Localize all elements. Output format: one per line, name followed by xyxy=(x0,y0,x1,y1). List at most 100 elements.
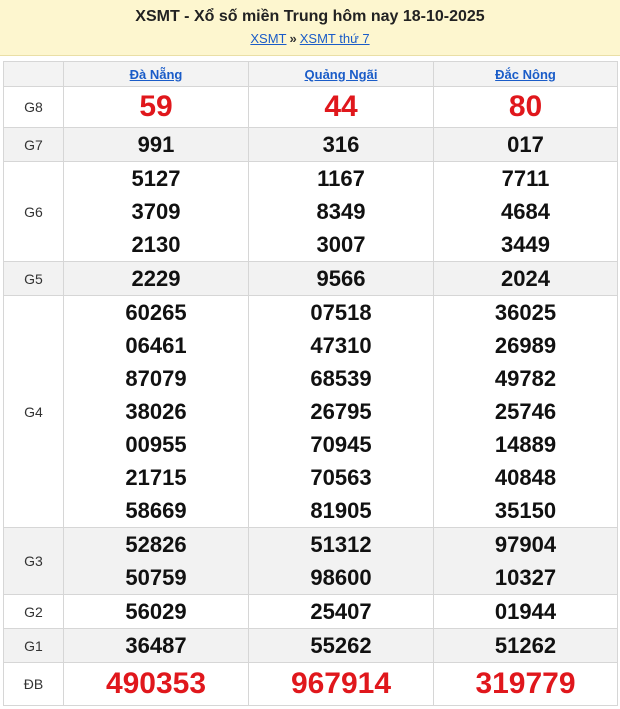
prize-number: 51312 xyxy=(310,532,372,557)
prize-number: 47310 xyxy=(310,333,372,358)
prize-number: 3449 xyxy=(501,232,550,257)
prize-number: 490353 xyxy=(105,667,207,700)
prize-number: 316 xyxy=(322,132,360,157)
prize-number: 1167 xyxy=(317,166,365,191)
prize-number: 26989 xyxy=(494,333,557,358)
prize-number: 319779 xyxy=(475,667,576,700)
prize-number: 26795 xyxy=(310,399,372,424)
prize-number: 25407 xyxy=(310,599,372,624)
prize-number: 81905 xyxy=(310,498,372,523)
province-link-quang-ngai[interactable]: Quảng Ngãi xyxy=(305,67,378,82)
prize-cell: 1167 8349 3007 xyxy=(248,161,434,262)
prize-cell: 51312 98600 xyxy=(248,527,434,595)
prize-row-g1: G1 36487 55262 51262 xyxy=(3,628,618,663)
prize-number: 7711 xyxy=(501,166,550,191)
page-title: XSMT - Xổ số miền Trung hôm nay 18-10-20… xyxy=(135,8,485,25)
prize-cell: 5127 3709 2130 xyxy=(63,161,249,262)
prize-cell: 25407 xyxy=(248,594,434,629)
prize-number: 8349 xyxy=(316,199,366,224)
prize-label: ĐB xyxy=(3,662,64,706)
prize-cell: 017 xyxy=(433,127,618,162)
prize-cell: 490353 xyxy=(63,662,249,706)
province-link-da-nang[interactable]: Đà Nẵng xyxy=(130,67,183,82)
prize-label: G3 xyxy=(3,527,64,595)
prize-number: 01944 xyxy=(494,599,557,624)
prize-label: G4 xyxy=(3,295,64,528)
prize-number: 55262 xyxy=(310,633,372,658)
prize-cell: 7711 4684 3449 xyxy=(433,161,618,262)
prize-label: G1 xyxy=(3,628,64,663)
prize-number: 06461 xyxy=(125,333,187,358)
prize-cell: 36487 xyxy=(63,628,249,663)
prize-label: G8 xyxy=(3,86,64,128)
province-header-row: Đà Nẵng Quảng Ngãi Đắc Nông xyxy=(3,61,618,87)
prize-row-g4: G4 60265 06461 87079 38026 00955 21715 58669 075… xyxy=(3,295,618,528)
prize-number: 40848 xyxy=(494,465,557,490)
prize-number: 10327 xyxy=(494,565,557,590)
prize-cell: 967914 xyxy=(248,662,434,706)
prize-number: 58669 xyxy=(125,498,187,523)
prize-row-g7: G7 991 316 017 xyxy=(3,127,618,162)
prize-cell: 97904 10327 xyxy=(433,527,618,595)
results-header: XSMT - Xổ số miền Trung hôm nay 18-10-20… xyxy=(0,0,620,56)
prize-cell: 52826 50759 xyxy=(63,527,249,595)
prize-number: 38026 xyxy=(125,399,187,424)
prize-number: 991 xyxy=(137,132,175,157)
prize-number: 35150 xyxy=(494,498,557,523)
breadcrumb: XSMT» XSMT thứ 7 xyxy=(0,31,620,46)
prize-cell: 991 xyxy=(63,127,249,162)
prize-number: 07518 xyxy=(310,300,372,325)
prize-number: 44 xyxy=(324,90,358,123)
prize-number: 68539 xyxy=(310,366,372,391)
prize-label: G6 xyxy=(3,161,64,262)
prize-cell: 80 xyxy=(433,86,618,128)
prize-number: 00955 xyxy=(125,432,187,457)
prize-number: 51262 xyxy=(494,633,557,658)
prize-cell: 2229 xyxy=(63,261,249,296)
prize-label: G2 xyxy=(3,594,64,629)
breadcrumb-separator: » xyxy=(289,31,297,46)
prize-number: 60265 xyxy=(125,300,187,325)
prize-cell: 60265 06461 87079 38026 00955 21715 58669 xyxy=(63,295,249,528)
prize-rows: G8 59 44 80 G7 991 316 017 G6 5127 3709 2130 1167 834… xyxy=(3,86,618,706)
prize-number: 967914 xyxy=(290,667,392,700)
prize-number: 3709 xyxy=(131,199,181,224)
breadcrumb-link-xsmt[interactable]: XSMT xyxy=(250,31,286,46)
prize-cell: 07518 47310 68539 26795 70945 70563 81905 xyxy=(248,295,434,528)
prize-row-g6: G6 5127 3709 2130 1167 8349 3007 7711 4684 3449 xyxy=(3,161,618,262)
prize-row-g3: G3 52826 50759 51312 98600 97904 10327 xyxy=(3,527,618,595)
prize-number: 21715 xyxy=(125,465,187,490)
prize-cell: 9566 xyxy=(248,261,434,296)
prize-number: 36025 xyxy=(494,300,557,325)
prize-cell: 55262 xyxy=(248,628,434,663)
prize-cell: 56029 xyxy=(63,594,249,629)
prize-row-g2: G2 56029 25407 01944 xyxy=(3,594,618,629)
prize-number: 25746 xyxy=(494,399,557,424)
prize-number: 70945 xyxy=(310,432,372,457)
province-header: Đà Nẵng xyxy=(63,61,249,87)
breadcrumb-link-xsmt-thu-7[interactable]: XSMT thứ 7 xyxy=(300,31,370,46)
province-link-dac-nong[interactable]: Đắc Nông xyxy=(495,67,556,82)
prize-number: 5127 xyxy=(131,166,181,191)
prize-number: 14889 xyxy=(494,432,557,457)
prize-row-g5: G5 2229 9566 2024 xyxy=(3,261,618,296)
prize-cell: 36025 26989 49782 25746 14889 40848 35150 xyxy=(433,295,618,528)
prize-number: 56029 xyxy=(125,599,187,624)
prize-cell: 01944 xyxy=(433,594,618,629)
prize-number: 70563 xyxy=(310,465,372,490)
prize-number: 3007 xyxy=(316,232,366,257)
prize-number: 97904 xyxy=(494,532,557,557)
prize-number: 87079 xyxy=(125,366,187,391)
prize-number: 36487 xyxy=(125,633,187,658)
prize-number: 2130 xyxy=(131,232,181,257)
prize-number: 017 xyxy=(507,132,544,157)
prize-number: 4684 xyxy=(501,199,550,224)
results-table: Đà Nẵng Quảng Ngãi Đắc Nông G8 59 44 80 G7 99… xyxy=(3,61,618,706)
prize-cell: 316 xyxy=(248,127,434,162)
province-header: Quảng Ngãi xyxy=(248,61,434,87)
prize-number: 9566 xyxy=(316,266,366,291)
prize-cell: 44 xyxy=(248,86,434,128)
prize-row-g8: G8 59 44 80 xyxy=(3,86,618,128)
prize-cell: 2024 xyxy=(433,261,618,296)
prize-number: 2229 xyxy=(131,266,181,291)
